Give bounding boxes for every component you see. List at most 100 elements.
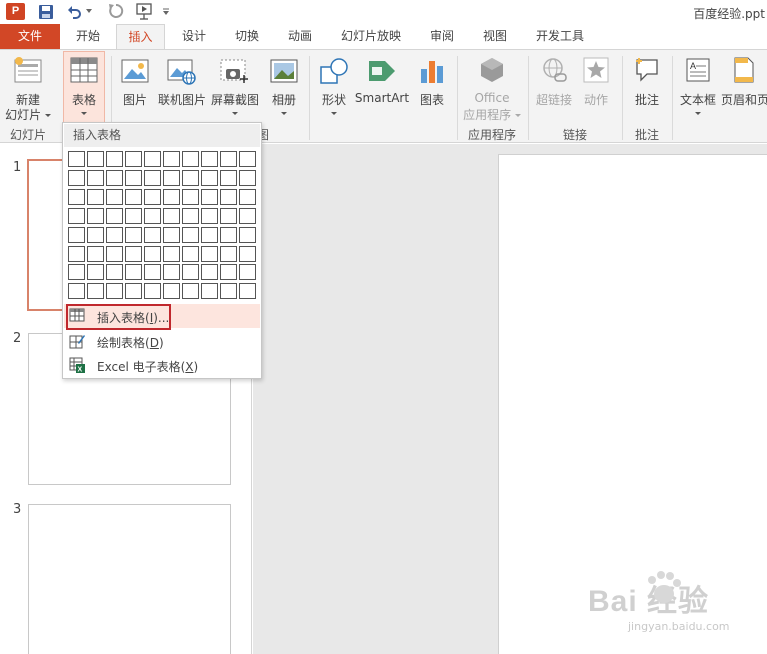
table-grid-cell[interactable] <box>87 208 104 224</box>
tab-developer[interactable]: 开发工具 <box>526 24 594 49</box>
table-grid-cell[interactable] <box>68 208 85 224</box>
table-size-grid[interactable] <box>68 151 258 301</box>
table-grid-cell[interactable] <box>106 208 123 224</box>
table-grid-cell[interactable] <box>106 264 123 280</box>
table-grid-cell[interactable] <box>125 246 142 262</box>
table-grid-cell[interactable] <box>125 189 142 205</box>
table-grid-cell[interactable] <box>68 170 85 186</box>
table-grid-cell[interactable] <box>239 170 256 186</box>
table-grid-cell[interactable] <box>239 189 256 205</box>
tab-animations[interactable]: 动画 <box>278 24 322 49</box>
table-grid-cell[interactable] <box>220 246 237 262</box>
table-grid-cell[interactable] <box>144 246 161 262</box>
redo-icon[interactable] <box>108 3 124 19</box>
tab-insert[interactable]: 插入 <box>116 24 165 50</box>
tab-review[interactable]: 审阅 <box>420 24 464 49</box>
table-grid-cell[interactable] <box>87 151 104 167</box>
table-grid-cell[interactable] <box>106 283 123 299</box>
table-grid-cell[interactable] <box>201 208 218 224</box>
table-grid-cell[interactable] <box>182 264 199 280</box>
undo-dropdown-icon[interactable] <box>86 9 94 15</box>
action-button[interactable]: 动作 <box>578 50 614 124</box>
table-grid-cell[interactable] <box>144 208 161 224</box>
table-grid-cell[interactable] <box>68 264 85 280</box>
online-picture-button[interactable]: 联机图片 <box>156 50 208 124</box>
table-grid-cell[interactable] <box>125 283 142 299</box>
table-grid-cell[interactable] <box>182 283 199 299</box>
photo-album-button[interactable]: 相册 <box>266 50 302 124</box>
undo-icon[interactable] <box>67 4 83 20</box>
table-grid-cell[interactable] <box>201 264 218 280</box>
table-grid-cell[interactable] <box>125 208 142 224</box>
table-grid-cell[interactable] <box>144 189 161 205</box>
table-grid-cell[interactable] <box>182 208 199 224</box>
slide-thumbnail-3[interactable] <box>28 504 231 654</box>
table-grid-cell[interactable] <box>220 170 237 186</box>
table-grid-cell[interactable] <box>144 264 161 280</box>
table-grid-cell[interactable] <box>163 227 180 243</box>
office-apps-button[interactable]: Office 应用程序 <box>461 50 523 124</box>
shapes-button[interactable]: 形状 <box>314 50 354 124</box>
table-grid-cell[interactable] <box>87 264 104 280</box>
table-grid-cell[interactable] <box>144 283 161 299</box>
tab-home[interactable]: 开始 <box>66 24 110 49</box>
table-grid-cell[interactable] <box>201 170 218 186</box>
table-grid-cell[interactable] <box>87 170 104 186</box>
table-grid-cell[interactable] <box>125 264 142 280</box>
table-grid-cell[interactable] <box>87 283 104 299</box>
table-grid-cell[interactable] <box>87 189 104 205</box>
tab-file[interactable]: 文件 <box>0 24 60 49</box>
table-grid-cell[interactable] <box>144 151 161 167</box>
new-slide-button[interactable]: 新建 幻灯片 <box>2 50 54 124</box>
table-grid-cell[interactable] <box>106 246 123 262</box>
draw-table-menu-item[interactable]: 绘制表格(D) <box>64 329 260 353</box>
tab-slideshow[interactable]: 幻灯片放映 <box>331 24 411 49</box>
table-grid-cell[interactable] <box>239 151 256 167</box>
table-grid-cell[interactable] <box>68 189 85 205</box>
table-grid-cell[interactable] <box>220 151 237 167</box>
table-grid-cell[interactable] <box>220 189 237 205</box>
table-grid-cell[interactable] <box>201 246 218 262</box>
table-grid-cell[interactable] <box>163 170 180 186</box>
comment-button[interactable]: 批注 <box>628 50 666 124</box>
table-grid-cell[interactable] <box>182 151 199 167</box>
table-grid-cell[interactable] <box>68 283 85 299</box>
customize-toolbar-icon[interactable] <box>163 8 171 16</box>
hyperlink-button[interactable]: 超链接 <box>533 50 575 124</box>
table-grid-cell[interactable] <box>220 264 237 280</box>
table-grid-cell[interactable] <box>182 170 199 186</box>
table-grid-cell[interactable] <box>106 170 123 186</box>
table-grid-cell[interactable] <box>106 227 123 243</box>
table-grid-cell[interactable] <box>68 246 85 262</box>
table-grid-cell[interactable] <box>182 246 199 262</box>
table-grid-cell[interactable] <box>87 227 104 243</box>
table-grid-cell[interactable] <box>163 151 180 167</box>
table-grid-cell[interactable] <box>239 264 256 280</box>
tab-transitions[interactable]: 切换 <box>225 24 269 49</box>
table-grid-cell[interactable] <box>220 283 237 299</box>
table-grid-cell[interactable] <box>201 283 218 299</box>
tab-view[interactable]: 视图 <box>473 24 517 49</box>
table-grid-cell[interactable] <box>163 208 180 224</box>
table-grid-cell[interactable] <box>201 189 218 205</box>
table-grid-cell[interactable] <box>87 246 104 262</box>
table-grid-cell[interactable] <box>68 151 85 167</box>
table-grid-cell[interactable] <box>125 151 142 167</box>
header-footer-button[interactable]: 页眉和页 <box>720 50 767 124</box>
table-grid-cell[interactable] <box>125 170 142 186</box>
table-grid-cell[interactable] <box>239 208 256 224</box>
table-grid-cell[interactable] <box>220 227 237 243</box>
table-grid-cell[interactable] <box>182 227 199 243</box>
picture-button[interactable]: 图片 <box>117 50 153 124</box>
table-grid-cell[interactable] <box>201 227 218 243</box>
table-grid-cell[interactable] <box>163 246 180 262</box>
table-grid-cell[interactable] <box>125 227 142 243</box>
screenshot-button[interactable]: 屏幕截图 <box>209 50 261 124</box>
table-grid-cell[interactable] <box>106 151 123 167</box>
tab-design[interactable]: 设计 <box>172 24 216 49</box>
smartart-button[interactable]: SmartArt <box>354 50 410 124</box>
table-grid-cell[interactable] <box>239 246 256 262</box>
save-icon[interactable] <box>38 4 54 20</box>
table-grid-cell[interactable] <box>239 227 256 243</box>
table-grid-cell[interactable] <box>144 170 161 186</box>
